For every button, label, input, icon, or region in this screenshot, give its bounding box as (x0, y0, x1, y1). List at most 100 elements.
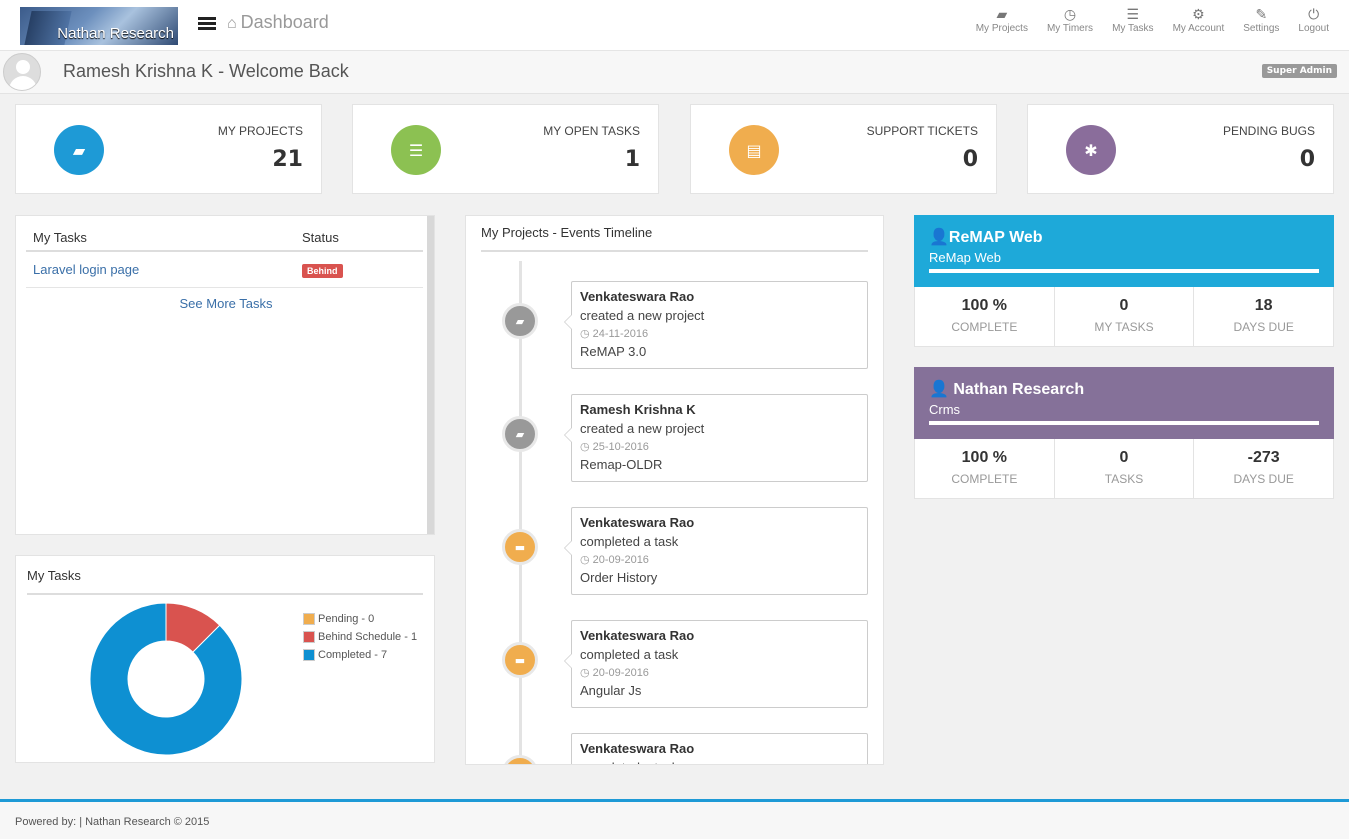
clock-icon: ◷ (1063, 6, 1077, 22)
see-more-tasks-link[interactable]: See More Tasks (16, 296, 436, 311)
stat-value: 0 (962, 147, 978, 172)
role-badge: Super Admin (1261, 64, 1337, 78)
stat-card-pending-bugs[interactable]: ✱ PENDING BUGS 0 (1027, 104, 1334, 194)
folder-open-icon: ▰ (54, 125, 104, 175)
legend-item: Behind Schedule - 1 (303, 628, 417, 646)
event-user: Ramesh Krishna K (580, 402, 696, 417)
project-card-header: 👤ReMAP Web ReMap Web (914, 215, 1334, 287)
timeline-card: Venkateswara Rao completed a task ◷ 20-09-… (564, 507, 868, 595)
event-project: Angular Js (580, 683, 642, 698)
timeline-card: Venkateswara Raocompleted a task◷ (571, 733, 868, 764)
wrench-icon: ✎ (1255, 6, 1268, 22)
project-card-remap-web[interactable]: 👤ReMAP Web ReMap Web 100 % COMPLETE 0 MY T… (914, 215, 1334, 347)
stat-card-support-tickets[interactable]: ▤ SUPPORT TICKETS 0 (690, 104, 997, 194)
welcome-text: Ramesh Krishna K - Welcome Back (63, 61, 349, 81)
event-action: completed a task (580, 534, 679, 549)
event-user: Venkateswara Rao (580, 741, 695, 756)
nav-my-tasks[interactable]: ☰ My Tasks (1112, 5, 1154, 34)
home-icon[interactable]: ⌂ (227, 15, 237, 32)
event-action: created a new project (580, 421, 705, 436)
task-icon: ▬ (502, 755, 538, 764)
timeline-item: ▰ Venkateswara Rao created a new project ◷ … (466, 281, 883, 369)
stat-label: SUPPORT TICKETS (866, 124, 978, 138)
logo-text: Nathan Research (57, 25, 174, 42)
stat-label: PENDING BUGS (1222, 124, 1315, 138)
top-nav-menu: ▰ My Projects ◷ My Timers ☰ My Tasks ⚙ My Ac… (957, 5, 1329, 34)
nav-label: My Projects (975, 23, 1028, 34)
task-link[interactable]: Laravel login page (33, 262, 139, 277)
event-action: created a new project (580, 308, 705, 323)
event-date-row: ◷ 25-10-2016 (580, 440, 859, 453)
event-user: Venkateswara Rao (580, 628, 695, 643)
avatar[interactable] (3, 53, 41, 91)
event-action: completed a task (580, 647, 679, 662)
legend-label: Behind Schedule - 1 (318, 631, 418, 643)
folder-icon: ▰ (502, 303, 538, 339)
timeline-title: My Projects - Events Timeline (481, 225, 653, 240)
footer-text: Powered by: | Nathan Research © 2015 (15, 816, 210, 828)
folder-icon: ▰ (502, 416, 538, 452)
page-title: Dashboard (240, 12, 329, 32)
event-action: completed a task (580, 760, 859, 764)
events-timeline-panel: My Projects - Events Timeline ▰ Venkatesw… (465, 215, 884, 765)
project-card-nathan-research[interactable]: 👤 Nathan Research Crms 100 % COMPLETE 0 TA… (914, 367, 1334, 499)
stat-value: 0 (1299, 147, 1315, 172)
nav-my-timers[interactable]: ◷ My Timers (1047, 5, 1093, 34)
menu-toggle-icon[interactable] (198, 17, 216, 33)
nav-my-account[interactable]: ⚙ My Account (1173, 5, 1225, 34)
stat-card-my-projects[interactable]: ▰ MY PROJECTS 21 (15, 104, 322, 194)
timeline-item: ▰ Ramesh Krishna K created a new project ◷ … (466, 394, 883, 482)
clock-icon: ◷ (580, 554, 593, 566)
project-subtitle: Crms (929, 402, 961, 417)
folder-icon: ▰ (996, 6, 1008, 22)
scrollbar[interactable] (427, 216, 434, 534)
event-project: Order History (580, 570, 658, 585)
power-icon: ⏻ (1308, 6, 1320, 22)
stat-value: 1 (624, 147, 640, 172)
nav-label: My Account (1172, 23, 1225, 34)
brand-logo[interactable]: Nathan Research (20, 7, 178, 45)
legend-item: Pending - 0 (303, 610, 417, 628)
chart-title: My Tasks (27, 568, 81, 583)
stat-card-open-tasks[interactable]: ☰ MY OPEN TASKS 1 (352, 104, 659, 194)
nav-my-projects[interactable]: ▰ My Projects (976, 5, 1028, 34)
project-name: Nathan Research (953, 381, 1085, 398)
stat-label: MY OPEN TASKS (543, 124, 640, 138)
nav-label: Logout (1298, 23, 1329, 34)
stat-label: DAYS DUE (1233, 472, 1294, 486)
event-date: 20-09-2016 (592, 667, 649, 679)
top-navbar: Nathan Research ⌂ Dashboard ▰ My Projects … (0, 0, 1349, 51)
progress-bar (929, 421, 1319, 425)
welcome-bar: Ramesh Krishna K - Welcome Back Super Ad… (0, 51, 1349, 94)
timeline-item: ▬ Venkateswara Rao completed a task ◷ 20-09… (466, 620, 883, 708)
list-icon: ☰ (391, 125, 441, 175)
stat-label: TASKS (1104, 472, 1144, 486)
event-user: Venkateswara Rao (580, 515, 695, 530)
nav-settings[interactable]: ✎ Settings (1243, 5, 1279, 34)
event-date: 24-11-2016 (592, 328, 649, 340)
stat-label: MY TASKS (1094, 320, 1154, 334)
legend-swatch (303, 631, 315, 643)
stat-label: MY PROJECTS (217, 124, 303, 138)
table-header: My Tasks Status (26, 224, 423, 252)
project-card-header: 👤 Nathan Research Crms (914, 367, 1334, 439)
event-date-row: ◷ 24-11-2016 (580, 327, 859, 340)
donut-chart (89, 602, 243, 756)
nav-logout[interactable]: ⏻ Logout (1298, 5, 1329, 34)
project-subtitle: ReMap Web (929, 250, 1002, 265)
stat-value: 18 (1254, 297, 1273, 314)
stat-label: DAYS DUE (1233, 320, 1294, 334)
nav-label: My Timers (1046, 23, 1094, 34)
project-name: ReMAP Web (948, 229, 1043, 246)
stat-value: 100 % (961, 449, 1008, 466)
donut-slice-completed[interactable] (89, 602, 243, 756)
timeline-item: ▬Venkateswara Raocompleted a task◷ (466, 733, 883, 764)
timeline-card: Venkateswara Rao completed a task ◷ 20-09-… (564, 620, 868, 708)
chart-legend: Pending - 0 Behind Schedule - 1 Complete… (303, 610, 417, 664)
stat-label: COMPLETE (951, 320, 1018, 334)
nav-label: Settings (1243, 23, 1280, 34)
legend-label: Pending - 0 (318, 613, 375, 625)
stat-value: 0 (1119, 297, 1129, 314)
legend-item: Completed - 7 (303, 646, 417, 664)
stat-value: 21 (272, 147, 303, 172)
